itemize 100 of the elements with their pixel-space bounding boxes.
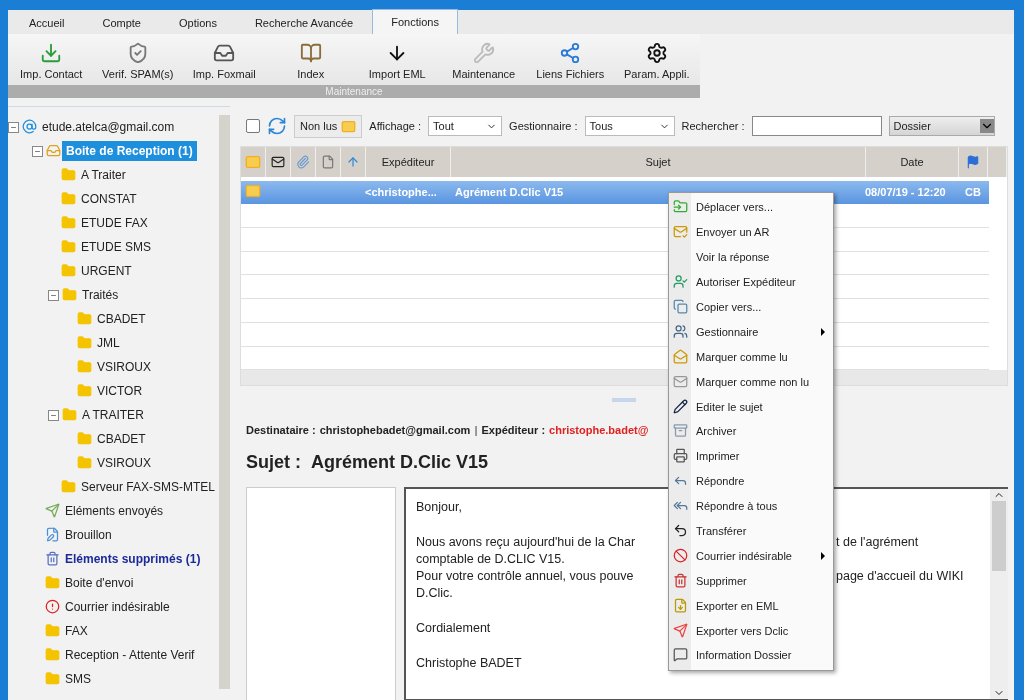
folder-item[interactable]: Traités: [78, 285, 123, 305]
menu-item[interactable]: Courrier indésirable: [669, 543, 833, 569]
collapse-toggle[interactable]: [48, 289, 59, 301]
tab[interactable]: Recherche Avancée: [235, 11, 373, 34]
folder-icon: [77, 383, 93, 399]
archive-icon: [673, 423, 688, 439]
export-icon: [673, 622, 688, 638]
folder-icon: [61, 479, 77, 495]
menu-item[interactable]: Autoriser Expéditeur: [669, 269, 833, 295]
menu-item[interactable]: Voir la réponse: [669, 244, 833, 270]
body-text-line: t de l'agrément: [836, 533, 920, 551]
collapse-toggle[interactable]: [48, 409, 59, 421]
menu-item[interactable]: Copier vers...: [669, 294, 833, 320]
menu-item[interactable]: Supprimer: [669, 568, 833, 594]
scope-dropdown[interactable]: Dossier: [888, 116, 995, 136]
folder-item[interactable]: VSIROUX: [93, 453, 155, 473]
folder-item[interactable]: Reception - Attente Verif: [61, 645, 199, 665]
tab[interactable]: Accueil: [10, 11, 84, 34]
refresh-icon[interactable]: [267, 116, 287, 136]
ribbon-button[interactable]: Imp. Contact: [8, 34, 95, 85]
menu-item[interactable]: Marquer comme lu: [669, 344, 833, 370]
flag-icon: [966, 154, 980, 169]
menu-item[interactable]: Editer le sujet: [669, 394, 833, 419]
ribbon-button[interactable]: Liens Fichiers: [527, 34, 614, 85]
folder-item[interactable]: Serveur FAX-SMS-MTEL: [77, 477, 220, 497]
draft-icon: [45, 527, 61, 543]
menu-item[interactable]: Exporter en EML: [669, 593, 833, 619]
menu-item[interactable]: Imprimer: [669, 443, 833, 469]
folder-item[interactable]: CBADET: [93, 429, 150, 449]
folder-icon: [61, 167, 77, 183]
settings-icon: [645, 42, 668, 64]
tab[interactable]: Options: [160, 11, 236, 34]
folder-item[interactable]: A Traiter: [77, 165, 130, 185]
ribbon-button[interactable]: Imp. Foxmail: [181, 34, 268, 85]
collapse-toggle[interactable]: [8, 121, 19, 133]
manager-label: Gestionnaire :: [509, 120, 578, 132]
menu-item[interactable]: Gestionnaire: [669, 319, 833, 345]
folder-item[interactable]: VSIROUX: [93, 357, 155, 377]
folder-icon: [45, 623, 61, 639]
folder-item[interactable]: Boite d'envoi: [61, 573, 138, 593]
share-icon: [559, 42, 582, 64]
folder-item[interactable]: Eléments supprimés (1): [61, 549, 205, 569]
menu-item[interactable]: Marquer comme non lu: [669, 369, 833, 395]
menu-item[interactable]: Transférer: [669, 518, 833, 544]
body-text-line: Christophe BADET: [416, 654, 522, 672]
tab[interactable]: Fonctions: [372, 9, 458, 34]
menu-item[interactable]: Répondre à tous: [669, 493, 833, 519]
ribbon-button[interactable]: Maintenance: [440, 34, 527, 85]
folder-item[interactable]: Brouillon: [61, 525, 116, 545]
trash-icon: [45, 551, 61, 567]
splitter-grip[interactable]: [612, 398, 636, 402]
paperclip-icon: [296, 154, 310, 169]
folder-icon: [61, 215, 77, 231]
ribbon-button[interactable]: Index: [267, 34, 354, 85]
folder-item[interactable]: JML: [93, 333, 124, 353]
scrollbar[interactable]: [990, 489, 1008, 700]
folder-item[interactable]: Courrier indésirable: [61, 597, 174, 617]
column-header[interactable]: Date: [866, 147, 959, 177]
chat-icon: [673, 647, 688, 663]
column-header[interactable]: Expéditeur: [366, 147, 451, 177]
download-icon: [40, 42, 63, 64]
tab[interactable]: Compte: [83, 11, 160, 34]
folder-icon: [61, 191, 77, 207]
menu-item[interactable]: Information Dossier: [669, 643, 833, 668]
menu-item[interactable]: Répondre: [669, 468, 833, 494]
folder-item[interactable]: SMS: [61, 669, 95, 689]
ribbon-button[interactable]: Import EML: [354, 34, 441, 85]
folder-item[interactable]: Eléments envoyés: [61, 501, 168, 521]
folder-item[interactable]: A TRAITER: [78, 405, 148, 425]
manager-dropdown[interactable]: Tous: [584, 116, 675, 136]
ribbon-button[interactable]: Verif. SPAM(s): [94, 34, 181, 85]
folder-icon: [673, 199, 688, 215]
menu-item[interactable]: Exporter vers Dclic: [669, 618, 833, 644]
folder-item[interactable]: ETUDE FAX: [77, 213, 152, 233]
file-icon: [673, 597, 688, 613]
select-all-checkbox[interactable]: [246, 119, 260, 133]
folder-item[interactable]: ETUDE SMS: [77, 237, 155, 257]
folder-item[interactable]: FAX: [61, 621, 92, 641]
wrench-icon: [472, 42, 495, 64]
folder-item[interactable]: CBADET: [93, 309, 150, 329]
manager-text: CB: [965, 186, 982, 199]
caret-icon: [979, 119, 994, 133]
scrollbar[interactable]: [219, 115, 230, 690]
menu-item[interactable]: Archiver: [669, 419, 833, 444]
folder-item[interactable]: URGENT: [77, 261, 136, 281]
sender-text: <christophe...: [365, 186, 438, 199]
unread-filter-button[interactable]: Non lus: [294, 114, 363, 138]
ribbon-button[interactable]: Param. Appli.: [613, 34, 700, 85]
search-field[interactable]: [751, 116, 882, 136]
display-dropdown[interactable]: Tout: [428, 116, 503, 136]
column-header[interactable]: Sujet: [451, 147, 866, 177]
folder-icon: [62, 407, 78, 423]
collapse-toggle[interactable]: [32, 145, 43, 157]
folder-item[interactable]: etude.atelca@gmail.com: [38, 117, 179, 137]
folder-icon: [45, 647, 61, 663]
folder-item[interactable]: VICTOR: [93, 381, 147, 401]
folder-item[interactable]: CONSTAT: [77, 189, 141, 209]
copy-icon: [673, 299, 688, 314]
date-text: 08/07/19 - 12:20: [865, 186, 947, 199]
menu-item[interactable]: Envoyer un AR: [669, 219, 833, 245]
